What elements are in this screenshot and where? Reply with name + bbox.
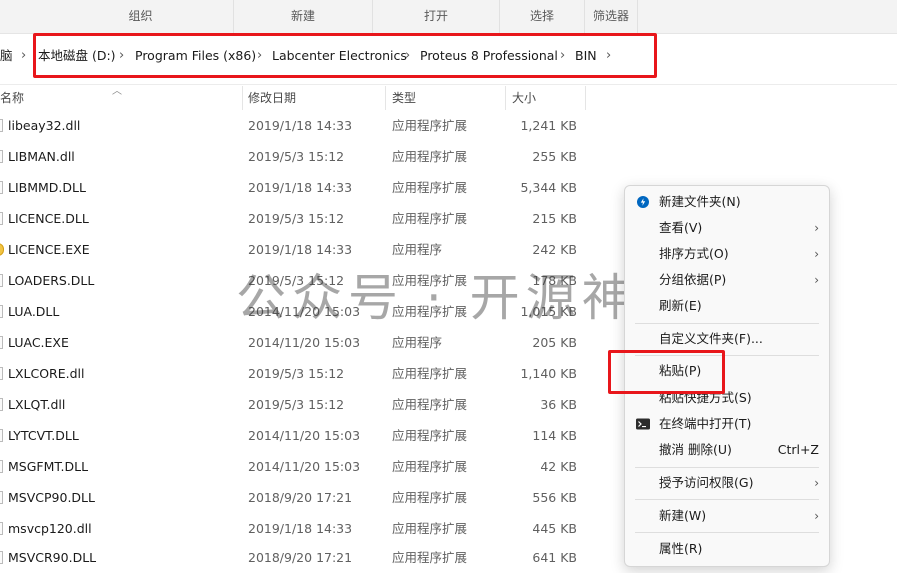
sort-ascending-icon: ︿: [112, 86, 122, 97]
file-row[interactable]: LICENCE.DLL 2019/5/3 15:12 应用程序扩展 215 KB: [0, 203, 620, 234]
menu-separator: [635, 532, 819, 533]
new-folder-icon: [637, 196, 649, 208]
file-row[interactable]: LIBMMD.DLL 2019/1/18 14:33 应用程序扩展 5,344 KB: [0, 172, 620, 203]
file-row[interactable]: LUAC.EXE 2014/11/20 15:03 应用程序 205 KB: [0, 327, 620, 358]
file-row[interactable]: msvcp120.dll 2019/1/18 14:33 应用程序扩展 445 KB: [0, 513, 620, 544]
menu-item-new-folder[interactable]: 新建文件夹(N): [625, 190, 829, 214]
menu-item-give-access[interactable]: 授予访问权限(G) ›: [625, 471, 829, 495]
menu-item-sort-by[interactable]: 排序方式(O) ›: [625, 242, 829, 266]
file-explorer-window: 组织 新建 打开 选择 筛选器 脑 › 本地磁盘 (D:) › Program …: [0, 0, 897, 573]
column-header-date[interactable]: 修改日期: [248, 86, 296, 110]
ribbon-divider: [637, 0, 638, 33]
menu-item-group-by[interactable]: 分组依据(P) ›: [625, 268, 829, 292]
submenu-chevron-icon: ›: [814, 509, 819, 523]
dll-file-icon: [0, 367, 3, 380]
exe-file-icon: [0, 243, 4, 256]
menu-item-properties[interactable]: 属性(R): [625, 537, 829, 561]
column-header-type[interactable]: 类型: [392, 86, 416, 110]
menu-separator: [635, 499, 819, 500]
menu-item-undo-delete[interactable]: 撤消 删除(U) Ctrl+Z: [625, 438, 829, 462]
dll-file-icon: [0, 460, 3, 473]
dll-file-icon: [0, 398, 3, 411]
column-resize-handle[interactable]: [585, 86, 586, 110]
command-ribbon: 组织 新建 打开 选择 筛选器: [0, 0, 897, 34]
ribbon-group-open[interactable]: 打开: [373, 0, 499, 33]
dll-file-icon: [0, 212, 3, 225]
submenu-chevron-icon: ›: [814, 273, 819, 287]
menu-item-new[interactable]: 新建(W) ›: [625, 504, 829, 528]
dll-file-icon: [0, 181, 3, 194]
menu-item-refresh[interactable]: 刷新(E): [625, 294, 829, 318]
submenu-chevron-icon: ›: [814, 476, 819, 490]
ribbon-group-select[interactable]: 选择: [500, 0, 584, 33]
menu-item-view[interactable]: 查看(V) ›: [625, 216, 829, 240]
file-row[interactable]: LYTCVT.DLL 2014/11/20 15:03 应用程序扩展 114 KB: [0, 420, 620, 451]
breadcrumb-this-pc[interactable]: 脑: [0, 40, 13, 72]
header-divider: [0, 84, 897, 85]
menu-separator: [635, 323, 819, 324]
dll-file-icon: [0, 274, 3, 287]
terminal-icon: [636, 418, 650, 430]
dll-file-icon: [0, 305, 3, 318]
dll-file-icon: [0, 551, 3, 564]
paste-highlight-box: [608, 350, 725, 394]
menu-item-open-in-terminal[interactable]: 在终端中打开(T): [625, 412, 829, 436]
submenu-chevron-icon: ›: [814, 221, 819, 235]
dll-file-icon: [0, 522, 3, 535]
file-row[interactable]: MSVCR90.DLL 2018/9/20 17:21 应用程序扩展 641 KB: [0, 542, 620, 573]
file-row[interactable]: libeay32.dll 2019/1/18 14:33 应用程序扩展 1,241 K…: [0, 110, 620, 141]
column-resize-handle[interactable]: [242, 86, 243, 110]
file-row[interactable]: LIBMAN.dll 2019/5/3 15:12 应用程序扩展 255 KB: [0, 141, 620, 172]
shortcut-label: Ctrl+Z: [777, 442, 819, 457]
ribbon-group-organize[interactable]: 组织: [48, 0, 233, 33]
dll-file-icon: [0, 491, 3, 504]
breadcrumb-chevron-icon[interactable]: ›: [21, 40, 26, 72]
submenu-chevron-icon: ›: [814, 247, 819, 261]
menu-separator: [635, 467, 819, 468]
column-resize-handle[interactable]: [505, 86, 506, 110]
column-header-name[interactable]: 名称: [0, 86, 24, 110]
column-header-size[interactable]: 大小: [512, 86, 536, 110]
menu-item-customize-folder[interactable]: 自定义文件夹(F)...: [625, 327, 829, 351]
ribbon-group-new[interactable]: 新建: [234, 0, 372, 33]
ribbon-group-filter[interactable]: 筛选器: [585, 0, 637, 33]
dll-file-icon: [0, 150, 3, 163]
file-row[interactable]: MSGFMT.DLL 2014/11/20 15:03 应用程序扩展 42 KB: [0, 451, 620, 482]
dll-file-icon: [0, 119, 3, 132]
address-highlight-box: [33, 33, 657, 78]
file-row[interactable]: LXLQT.dll 2019/5/3 15:12 应用程序扩展 36 KB: [0, 389, 620, 420]
file-row[interactable]: MSVCP90.DLL 2018/9/20 17:21 应用程序扩展 556 KB: [0, 482, 620, 513]
column-resize-handle[interactable]: [385, 86, 386, 110]
dll-file-icon: [0, 336, 3, 349]
file-row[interactable]: LXLCORE.dll 2019/5/3 15:12 应用程序扩展 1,140 KB: [0, 358, 620, 389]
dll-file-icon: [0, 429, 3, 442]
